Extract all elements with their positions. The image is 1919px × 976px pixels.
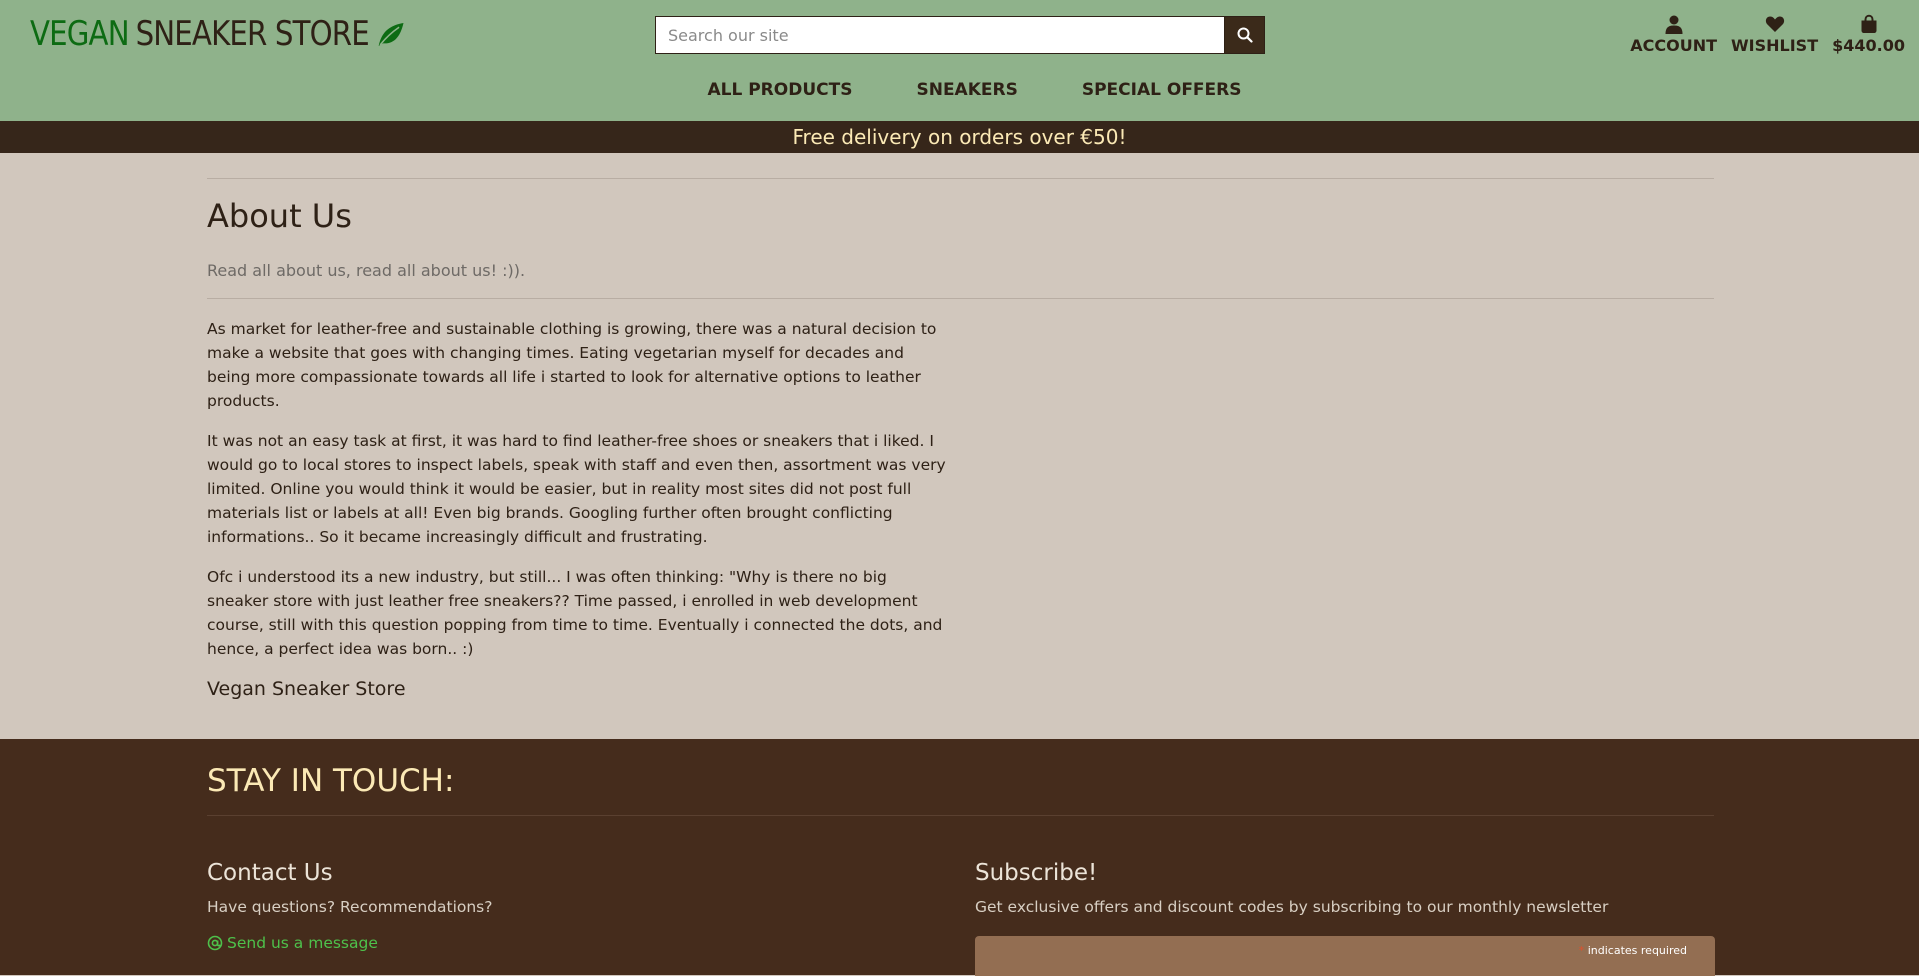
contact-title: Contact Us [207, 860, 333, 886]
about-text: As market for leather-free and sustainab… [207, 317, 952, 701]
send-message-link[interactable]: Send us a message [207, 934, 947, 952]
search-input[interactable] [655, 16, 1224, 54]
subscribe-column: Subscribe! Get exclusive offers and disc… [975, 860, 1715, 976]
site-footer: STAY IN TOUCH: Contact Us Have questions… [0, 739, 1919, 976]
required-note: * indicates required [1579, 944, 1687, 957]
wishlist-link[interactable]: WISHLIST [1731, 14, 1818, 55]
divider [207, 298, 1714, 299]
about-paragraph: It was not an easy task at first, it was… [207, 432, 946, 546]
shopping-bag-icon [1861, 14, 1877, 33]
contact-text: Have questions? Recommendations? [207, 898, 493, 916]
search-icon [1237, 27, 1253, 43]
send-message-label: Send us a message [227, 934, 378, 952]
account-link[interactable]: ACCOUNT [1630, 14, 1717, 55]
divider [207, 815, 1714, 816]
about-section: About Us Read all about us, read all abo… [207, 153, 1714, 701]
site-logo[interactable]: VEGAN SNEAKER STORE [30, 14, 405, 54]
search-button[interactable] [1224, 16, 1265, 54]
page-subtitle: Read all about us, read all about us! :)… [207, 261, 526, 280]
nav-special-offers[interactable]: SPECIAL OFFERS [1082, 80, 1242, 100]
shopping-bag-link[interactable]: $440.00 [1832, 14, 1905, 55]
search-bar [655, 16, 1265, 54]
heart-icon [1765, 16, 1784, 32]
footer-heading: STAY IN TOUCH: [207, 763, 455, 799]
required-asterisk: * [1578, 944, 1585, 957]
nav-all-products[interactable]: ALL PRODUCTS [707, 80, 852, 100]
at-icon [207, 935, 223, 951]
subscribe-form: * indicates required [975, 936, 1715, 976]
delivery-banner: Free delivery on orders over €50! [0, 121, 1919, 153]
header-actions: ACCOUNT WISHLIST $440.00 [1630, 14, 1905, 55]
logo-text-store: SNEAKER STORE [135, 14, 370, 54]
divider [207, 178, 1714, 179]
about-paragraph: Ofc i understood its a new industry, but… [207, 568, 943, 658]
required-note-text: indicates required [1587, 944, 1687, 957]
subscribe-text: Get exclusive offers and discount codes … [975, 898, 1609, 916]
about-paragraph: As market for leather-free and sustainab… [207, 320, 937, 410]
user-icon [1665, 15, 1683, 34]
main-nav: ALL PRODUCTS SNEAKERS SPECIAL OFFERS [0, 80, 1919, 100]
leaf-icon [378, 22, 404, 46]
contact-column: Contact Us Have questions? Recommendatio… [207, 860, 947, 952]
logo-text-vegan: VEGAN [30, 14, 130, 54]
signature: Vegan Sneaker Store [207, 678, 406, 700]
site-header: VEGAN SNEAKER STORE ACCOUNT W [0, 0, 1919, 121]
nav-sneakers[interactable]: SNEAKERS [916, 80, 1017, 100]
subscribe-title: Subscribe! [975, 860, 1098, 886]
page-title: About Us [207, 197, 352, 235]
wishlist-label: WISHLIST [1731, 36, 1819, 55]
account-label: ACCOUNT [1630, 36, 1718, 55]
bag-total: $440.00 [1832, 36, 1905, 55]
